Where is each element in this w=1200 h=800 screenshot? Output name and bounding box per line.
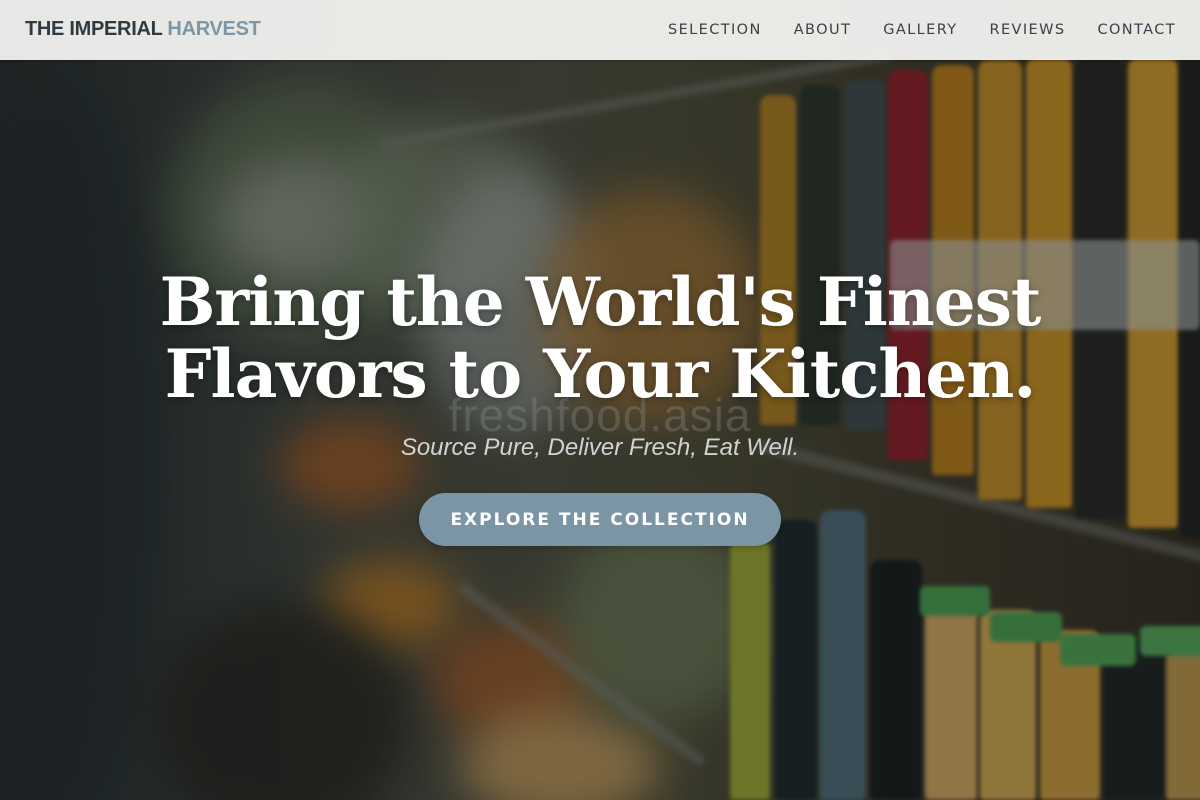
hero-section: freshfood.asia Bring the World's Finest … xyxy=(0,0,1200,800)
brand-name-main: THE IMPERIAL xyxy=(25,18,163,40)
nav-menu: SELECTION ABOUT GALLERY REVIEWS CONTACT xyxy=(668,0,1176,60)
brand-name-accent: HARVEST xyxy=(167,18,261,40)
top-navbar: THE IMPERIAL HARVEST SELECTION ABOUT GAL… xyxy=(0,0,1200,60)
brand-logo[interactable]: THE IMPERIAL HARVEST xyxy=(25,18,261,41)
nav-item: GALLERY xyxy=(883,21,957,39)
landing-page: THE IMPERIAL HARVEST SELECTION ABOUT GAL… xyxy=(0,0,1200,800)
nav-item: ABOUT xyxy=(794,21,852,39)
nav-link-selection[interactable]: SELECTION xyxy=(668,22,762,38)
nav-link-reviews[interactable]: REVIEWS xyxy=(990,22,1066,38)
nav-item: CONTACT xyxy=(1097,21,1176,39)
hero-headline-line-2: Flavors to Your Kitchen. xyxy=(164,335,1037,413)
hero-headline: Bring the World's Finest Flavors to Your… xyxy=(0,266,1200,410)
nav-link-contact[interactable]: CONTACT xyxy=(1097,22,1176,38)
nav-link-gallery[interactable]: GALLERY xyxy=(883,22,957,38)
nav-item: SELECTION xyxy=(668,21,762,39)
nav-item: REVIEWS xyxy=(990,21,1066,39)
explore-collection-button[interactable]: EXPLORE THE COLLECTION xyxy=(419,493,781,546)
hero-headline-line-1: Bring the World's Finest xyxy=(159,263,1042,341)
hero-tagline: Source Pure, Deliver Fresh, Eat Well. xyxy=(400,434,800,461)
nav-link-about[interactable]: ABOUT xyxy=(794,22,852,38)
